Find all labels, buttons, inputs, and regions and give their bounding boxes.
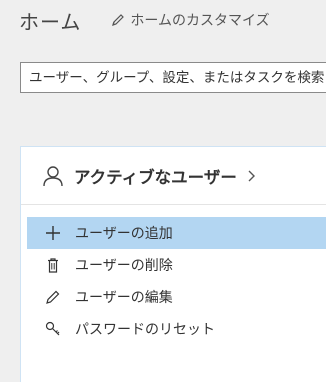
pencil-icon xyxy=(45,289,61,305)
chevron-right-icon xyxy=(248,170,255,181)
page-header: ホーム ホームのカスタマイズ xyxy=(19,6,270,34)
page-title: ホーム xyxy=(19,9,82,34)
trash-icon xyxy=(45,257,61,273)
active-users-header[interactable]: アクティブなユーザー xyxy=(21,147,326,205)
edit-user-label: ユーザーの編集 xyxy=(75,290,173,306)
delete-user-item[interactable]: ユーザーの削除 xyxy=(27,249,326,281)
add-user-label: ユーザーの追加 xyxy=(75,226,173,242)
edit-user-item[interactable]: ユーザーの編集 xyxy=(27,281,326,313)
plus-icon xyxy=(45,225,61,241)
customize-home-label: ホームのカスタマイズ xyxy=(130,13,270,29)
delete-user-label: ユーザーの削除 xyxy=(75,258,173,274)
pencil-icon xyxy=(112,14,125,26)
person-icon xyxy=(43,165,63,186)
search-box[interactable] xyxy=(20,62,326,93)
active-users-card: アクティブなユーザー ユーザーの追加 ユーザーの削除 ユーザーの編集 パスワード… xyxy=(20,146,326,382)
add-user-item[interactable]: ユーザーの追加 xyxy=(27,217,326,249)
customize-home-link[interactable]: ホームのカスタマイズ xyxy=(111,10,270,30)
reset-password-label: パスワードのリセット xyxy=(75,322,215,338)
key-icon xyxy=(45,321,61,337)
reset-password-item[interactable]: パスワードのリセット xyxy=(27,313,326,345)
search-input[interactable] xyxy=(29,69,326,86)
user-actions-menu: ユーザーの追加 ユーザーの削除 ユーザーの編集 パスワードのリセット xyxy=(27,217,326,345)
active-users-title: アクティブなユーザー xyxy=(74,167,237,187)
